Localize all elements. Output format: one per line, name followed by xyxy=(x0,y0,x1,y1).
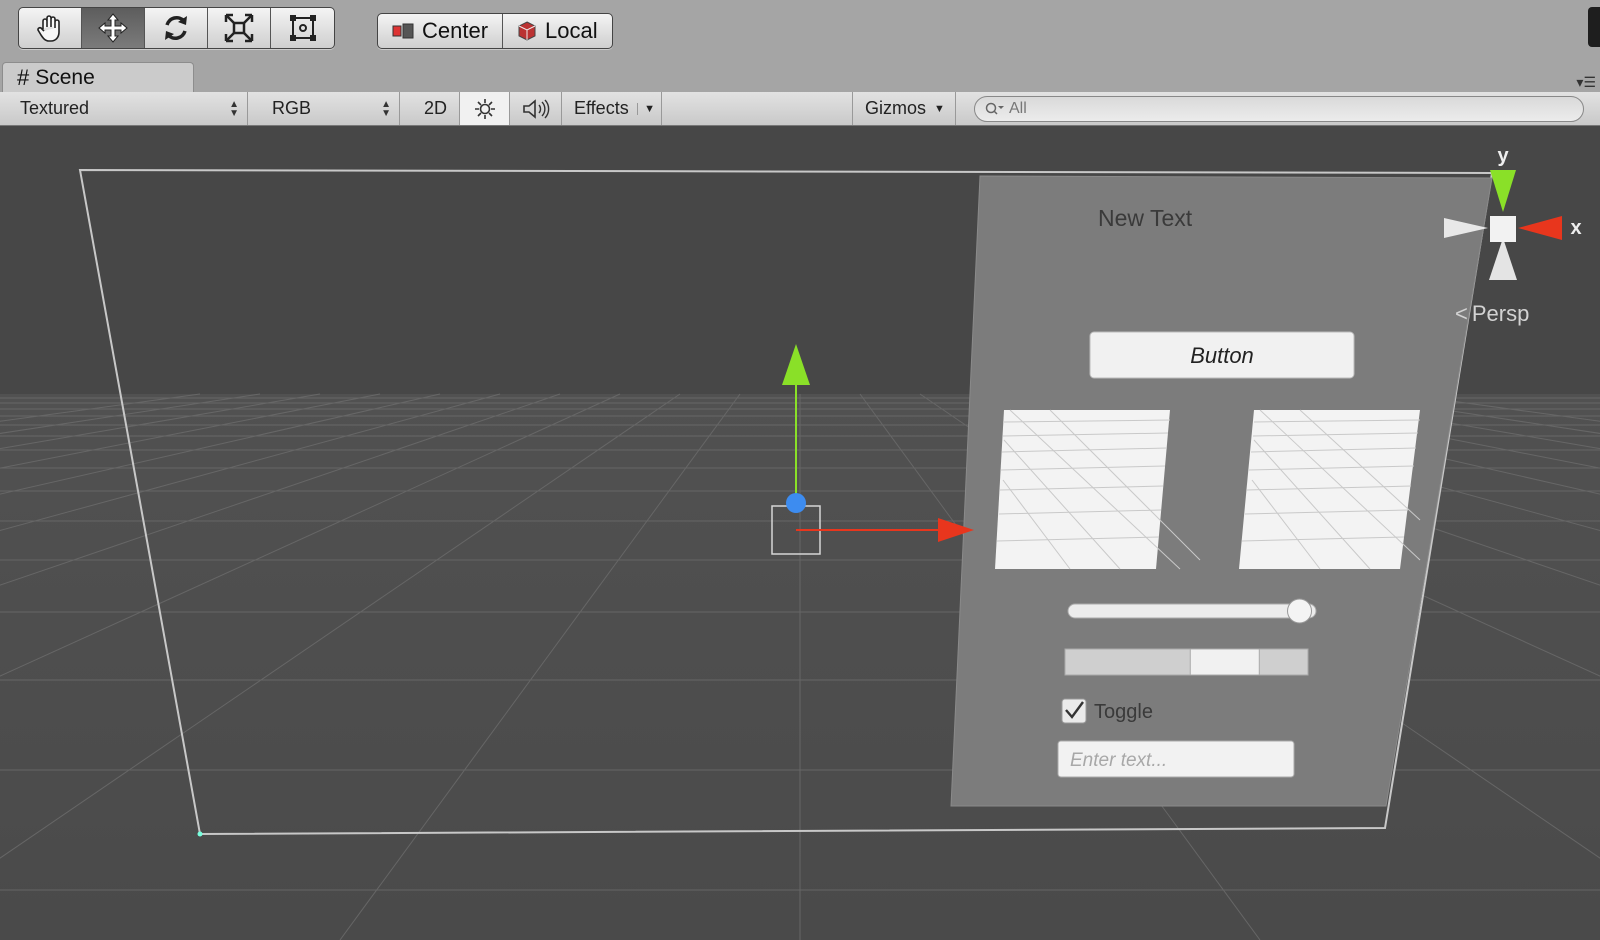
gizmo-center-cube[interactable] xyxy=(1490,216,1516,242)
search-placeholder: All xyxy=(1009,100,1027,117)
rect-tool-button[interactable] xyxy=(271,8,334,48)
chevron-down-icon: ▼ xyxy=(637,102,655,115)
pivot-rotation-label: Local xyxy=(545,18,598,43)
pivot-mode-label: Center xyxy=(422,18,489,43)
scene-ui-scrollbar-track[interactable] xyxy=(1064,648,1309,676)
projection-label: Persp xyxy=(1471,301,1530,326)
gizmo-y-label: y xyxy=(1497,145,1509,167)
scene-viewport[interactable]: New Text Button Toggle Enter text... y x… xyxy=(0,126,1600,940)
scene-ui-slider-handle[interactable] xyxy=(1287,598,1313,624)
scene-ui-toggle-label: Toggle xyxy=(1094,701,1153,723)
draw-mode-dropdown[interactable]: Textured ▲ ▼ xyxy=(8,92,248,125)
scene-ui-image-right[interactable] xyxy=(1239,409,1421,570)
gizmos-label: Gizmos xyxy=(865,98,927,118)
draw-mode-value: Textured xyxy=(20,98,90,118)
chevron-left-icon: < xyxy=(1455,301,1468,326)
rect-transform-icon xyxy=(289,15,316,41)
chevron-down-icon: ▼ xyxy=(934,102,945,115)
scene-ui-slider-track[interactable] xyxy=(1067,603,1317,619)
scene-ui-scrollbar-handle[interactable] xyxy=(1189,648,1260,676)
tab-scene-label: Scene xyxy=(35,65,95,89)
speaker-icon xyxy=(522,98,549,119)
search-icon xyxy=(985,102,1004,115)
canvas-corner-handle[interactable] xyxy=(197,831,203,837)
gizmos-dropdown[interactable]: Gizmos ▼ xyxy=(852,92,956,125)
move-icon xyxy=(98,13,128,43)
tab-menu-icon[interactable]: ▾☰ xyxy=(1576,74,1596,91)
local-cube-icon xyxy=(518,21,536,41)
rotate-tool-button[interactable] xyxy=(145,8,208,48)
toolbar-edge-button[interactable] xyxy=(1588,7,1600,47)
move-tool-button[interactable] xyxy=(82,8,145,48)
hand-icon xyxy=(37,15,60,42)
canvas-text[interactable]: New Text xyxy=(1098,205,1193,231)
render-mode-dropdown[interactable]: RGB ▲ ▼ xyxy=(260,92,400,125)
scene-ui-button-label: Button xyxy=(1190,343,1254,368)
scene-view-toolbar: Textured ▲ ▼ RGB ▲ ▼ 2D Effects ▼ Gizmos ▼… xyxy=(0,92,1600,126)
render-mode-value: RGB xyxy=(272,98,312,118)
hand-tool-button[interactable] xyxy=(19,8,82,48)
effects-label: Effects xyxy=(574,98,629,118)
projection-toggle[interactable]: < Persp xyxy=(1455,301,1529,327)
transform-tool-group xyxy=(18,7,335,49)
hierarchy-search-input[interactable]: All xyxy=(974,96,1584,122)
pivot-rotation-button[interactable]: Local xyxy=(503,14,612,48)
scale-icon xyxy=(224,13,254,43)
scale-tool-button[interactable] xyxy=(208,8,271,48)
mode-2d-button[interactable]: 2D xyxy=(412,92,460,125)
pivot-mode-button[interactable]: Center xyxy=(378,14,504,48)
gizmo-x-label: x xyxy=(1570,217,1581,239)
lighting-toggle-button[interactable] xyxy=(460,92,510,125)
main-toolbar: Center Local xyxy=(0,0,1600,62)
audio-toggle-button[interactable] xyxy=(510,92,562,125)
updown-arrows-icon: ▲ ▼ xyxy=(229,98,239,119)
scene-canvas[interactable]: New Text Button Toggle Enter text... y x xyxy=(0,126,1600,940)
pivot-center-icon xyxy=(392,23,414,39)
rotate-icon xyxy=(165,16,187,40)
effects-dropdown[interactable]: Effects ▼ xyxy=(562,92,662,125)
tab-row: # Scene ▾☰ xyxy=(0,62,1600,92)
grid-icon: # xyxy=(17,64,30,90)
scene-ui-input-placeholder: Enter text... xyxy=(1070,750,1167,771)
tab-scene[interactable]: # Scene xyxy=(2,62,194,92)
sun-icon xyxy=(474,98,495,119)
z-axis-handle[interactable] xyxy=(786,493,806,513)
mode-2d-label: 2D xyxy=(423,98,447,118)
updown-arrows-icon: ▲ ▼ xyxy=(381,98,391,119)
pivot-toggle-group: Center Local xyxy=(377,13,613,49)
